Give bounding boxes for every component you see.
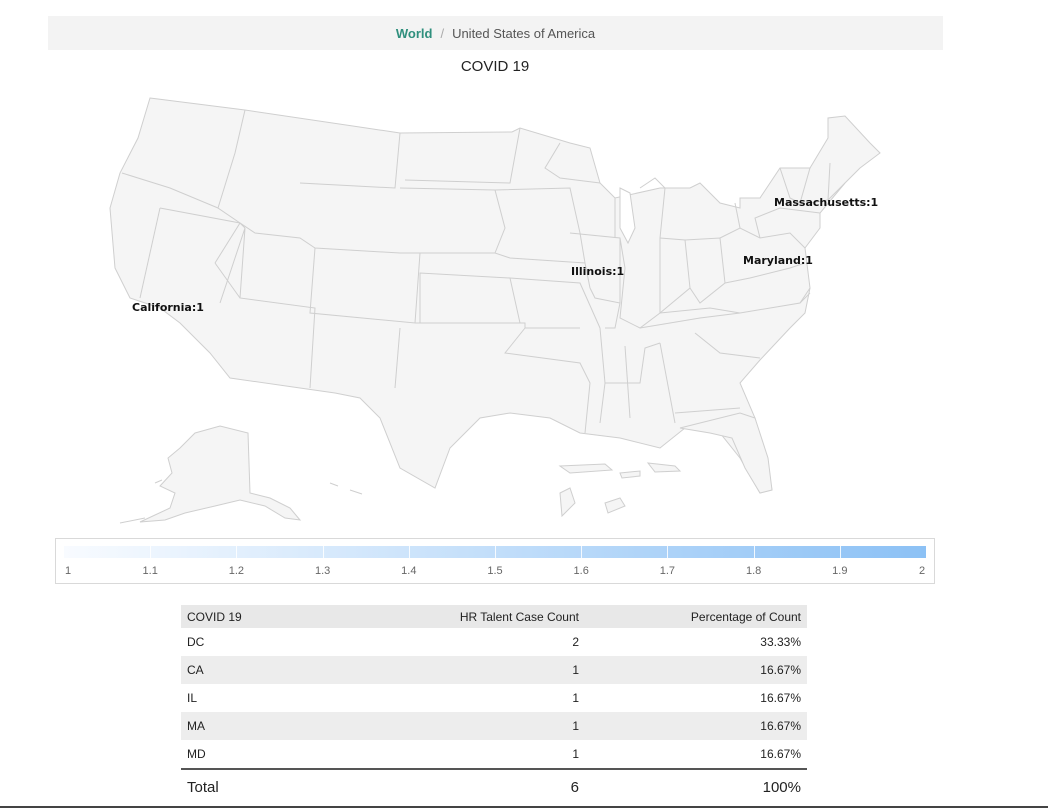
table-cell-percentage: 16.67% — [760, 691, 801, 705]
breadcrumb-current: United States of America — [452, 25, 596, 41]
table-cell-state: MA — [181, 712, 343, 740]
table-row: IL 1 16.67% — [181, 684, 807, 712]
table-header-row: COVID 19 HR Talent Case Count Percentage… — [181, 605, 807, 628]
table-total-count: 6 — [343, 768, 585, 804]
table-row: DC 2 33.33% — [181, 628, 807, 656]
islands-shape — [558, 462, 682, 518]
table-total-row: Total 6 100% — [181, 768, 807, 804]
legend-tick-label: 1.2 — [228, 565, 245, 577]
breadcrumb-world-link[interactable]: World — [396, 26, 433, 41]
legend-tick-label: 1 — [64, 565, 72, 577]
table-cell-count: 1 — [572, 691, 579, 705]
legend-tick — [753, 546, 755, 558]
legend-tick-label: 2 — [918, 565, 926, 577]
map-label-massachusetts: Massachusetts:1 — [774, 196, 878, 209]
breadcrumb-separator: / — [440, 25, 445, 41]
legend-tick-label: 1.7 — [659, 565, 676, 577]
legend-tick-label: 1.3 — [314, 565, 331, 577]
table-total-label: Total — [181, 768, 343, 804]
table-cell-percentage: 16.67% — [585, 712, 807, 740]
table-row: MA 1 16.67% — [181, 712, 807, 740]
table-total-percentage: 100% — [585, 768, 807, 804]
legend-tick-label: 1.5 — [487, 565, 503, 577]
map-label-illinois: Illinois:1 — [571, 265, 624, 278]
map-label-maryland: Maryland:1 — [743, 254, 813, 267]
florida-shape — [679, 412, 773, 494]
legend-tick — [322, 546, 324, 558]
table-header-percentage[interactable]: Percentage of Count — [585, 605, 807, 628]
map-title: COVID 19 — [460, 58, 530, 75]
map-label-california: California:1 — [132, 301, 204, 314]
table-cell-count: 1 — [572, 747, 579, 761]
table-cell-state: CA — [181, 656, 343, 684]
table-cell-state: IL — [187, 691, 198, 705]
table-row: MD 1 16.67% — [181, 740, 807, 769]
legend-tick — [150, 546, 152, 558]
legend-tick-label: 1.1 — [142, 565, 158, 577]
legend-tick — [581, 546, 583, 558]
table-cell-percentage: 33.33% — [760, 635, 801, 649]
legend-tick — [408, 546, 410, 558]
table-cell-count: 1 — [343, 656, 585, 684]
alaska-shape — [139, 425, 302, 523]
table-cell-count: 1 — [343, 712, 585, 740]
table-cell-count: 2 — [572, 635, 579, 649]
legend-tick — [839, 546, 841, 558]
page-bottom-border — [0, 806, 1048, 808]
legend-tick-label: 1.9 — [832, 565, 848, 577]
table-header-count[interactable]: HR Talent Case Count — [343, 605, 585, 628]
table-cell-percentage: 16.67% — [585, 656, 807, 684]
legend-tick-label: 1.8 — [745, 565, 762, 577]
legend-tick-label: 1.6 — [573, 565, 589, 577]
table-cell-percentage: 16.67% — [760, 747, 801, 761]
legend-tick-label: 1.4 — [401, 565, 417, 577]
us-map: California:1 Illinois:1 Maryland:1 Massa… — [109, 97, 881, 524]
color-legend: 1 1.1 1.2 1.3 1.4 1.5 1.6 1.7 1.8 1.9 2 — [55, 538, 935, 584]
breadcrumb: World / United States of America — [48, 16, 943, 50]
table-row: CA 1 16.67% — [181, 656, 807, 684]
legend-tick — [667, 546, 669, 558]
data-table: COVID 19 HR Talent Case Count Percentage… — [181, 605, 807, 804]
legend-tick — [236, 546, 238, 558]
table-header-covid[interactable]: COVID 19 — [181, 605, 343, 628]
legend-tick — [495, 546, 496, 558]
table-cell-state: DC — [187, 635, 205, 649]
table-cell-state: MD — [187, 747, 206, 761]
